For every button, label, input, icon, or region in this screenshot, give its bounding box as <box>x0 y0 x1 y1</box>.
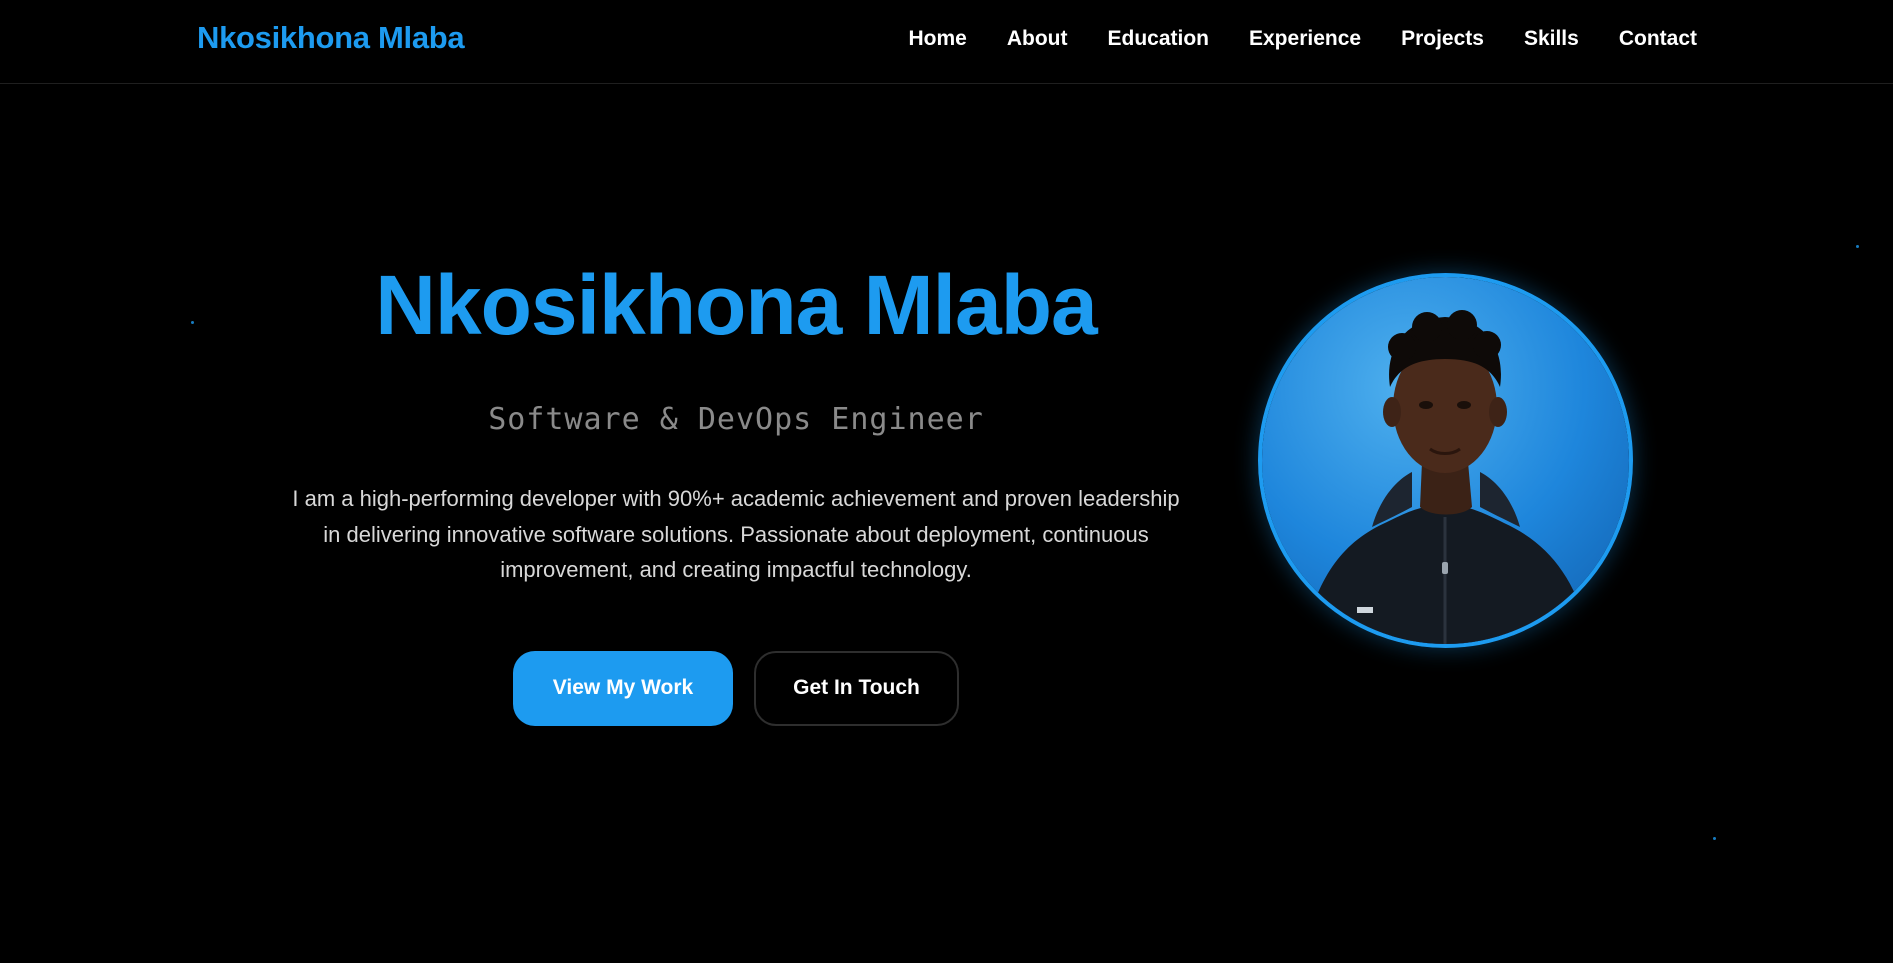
hero-cta-row: View My Work Get In Touch <box>280 650 1192 726</box>
nav-link-home[interactable]: Home <box>908 27 966 50</box>
profile-photo-illustration <box>1262 277 1629 644</box>
nav-links: Home About Education Experience Projects… <box>908 27 1697 51</box>
profile-photo <box>1258 273 1633 648</box>
nav-link-about[interactable]: About <box>1007 27 1068 50</box>
view-my-work-button[interactable]: View My Work <box>513 650 733 726</box>
nav-link-contact[interactable]: Contact <box>1619 27 1697 50</box>
nav-item-about: About <box>1007 27 1068 51</box>
hero-title: Nkosikhona Mlaba <box>375 258 1098 352</box>
brand-logo[interactable]: Nkosikhona Mlaba <box>197 20 465 56</box>
hero-description: I am a high-performing developer with 90… <box>292 486 1180 582</box>
decorative-particle <box>191 321 194 324</box>
nav-link-skills[interactable]: Skills <box>1524 27 1579 50</box>
hero-section: Nkosikhona Mlaba Software & DevOps Engin… <box>280 250 1192 726</box>
get-in-touch-button[interactable]: Get In Touch <box>754 650 959 726</box>
nav-item-experience: Experience <box>1249 27 1361 51</box>
nav-link-projects[interactable]: Projects <box>1401 27 1484 50</box>
nav-link-education[interactable]: Education <box>1107 27 1209 50</box>
decorative-particle <box>1856 245 1859 248</box>
nav-item-home: Home <box>908 27 966 51</box>
navbar: Nkosikhona Mlaba Home About Education Ex… <box>0 0 1893 84</box>
nav-item-contact: Contact <box>1619 27 1697 51</box>
nav-link-experience[interactable]: Experience <box>1249 27 1361 50</box>
nav-item-education: Education <box>1107 27 1209 51</box>
nav-item-skills: Skills <box>1524 27 1579 51</box>
decorative-particle <box>1713 837 1716 840</box>
nav-item-projects: Projects <box>1401 27 1484 51</box>
hero-subtitle: Software & DevOps Engineer <box>488 402 984 437</box>
